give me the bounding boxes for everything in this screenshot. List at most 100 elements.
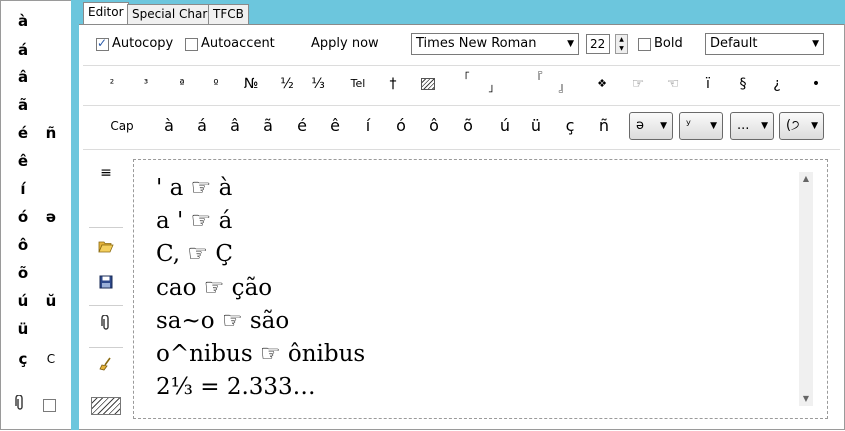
bold-checkbox[interactable] (638, 38, 651, 51)
autoaccent-checkbox[interactable] (185, 38, 198, 51)
symbol-button[interactable]: ⅓ (303, 71, 333, 97)
accent-char-button[interactable]: í (353, 112, 383, 140)
left-char[interactable]: é (11, 123, 35, 143)
symbol-button[interactable]: ☞ (623, 71, 653, 97)
left-char[interactable]: í (11, 179, 35, 199)
symbol-button[interactable]: ¿ (762, 71, 792, 97)
tab-tfcb[interactable]: TFCB (208, 4, 249, 24)
symbol-button[interactable]: ² (97, 71, 127, 97)
left-char[interactable]: â (11, 67, 35, 87)
cap-toggle-button[interactable]: Cap (107, 112, 137, 140)
left-char[interactable]: ê (11, 151, 35, 171)
left-char[interactable]: ú (11, 291, 35, 311)
symbol-button[interactable]: º (201, 71, 231, 97)
editor-tool-column: ≡ (79, 151, 133, 431)
script-dropdown[interactable]: (੭ ▼ (779, 112, 824, 140)
accent-char-button[interactable]: ú (490, 112, 520, 140)
tab-special-chars[interactable]: Special Chars (127, 4, 219, 24)
accent-char-button[interactable]: à (154, 112, 184, 140)
scroll-down-icon[interactable]: ▼ (799, 392, 813, 406)
editor-line: C, ☞ Ç (156, 241, 233, 267)
tab-editor[interactable]: Editor (83, 2, 129, 24)
left-char[interactable]: ü (11, 319, 35, 339)
superscript-dropdown[interactable]: ʸ ▼ (679, 112, 723, 140)
more-dropdown-value: ... (737, 118, 750, 133)
symbol-button[interactable]: • (801, 71, 831, 97)
divider (89, 347, 123, 348)
scroll-up-icon[interactable]: ▲ (799, 172, 813, 186)
more-dropdown[interactable]: ... ▼ (730, 112, 774, 140)
symbol-button[interactable]: ☜ (658, 71, 688, 97)
left-char[interactable]: ó (11, 207, 35, 227)
symbol-button[interactable]: ³ (131, 71, 161, 97)
editor-panel: Autocopy Autoaccent Apply now Times New … (79, 24, 844, 429)
apply-now-button[interactable]: Apply now (311, 36, 379, 52)
accent-char-button[interactable]: ã (253, 112, 283, 140)
left-char[interactable]: ç (11, 349, 35, 369)
left-char[interactable]: ə (39, 207, 63, 227)
symbol-button[interactable]: ½ (272, 71, 302, 97)
style-select[interactable]: Default ▼ (705, 33, 824, 55)
symbol-button[interactable]: 『 (522, 65, 552, 91)
font-size-spinner[interactable]: ▲ ▼ (615, 34, 628, 54)
dropdown-arrow-icon: ▼ (761, 121, 768, 131)
dropdown-arrow-icon: ▼ (812, 39, 819, 49)
font-family-select[interactable]: Times New Roman ▼ (411, 33, 579, 55)
accent-char-button[interactable]: õ (453, 112, 483, 140)
accent-char-button[interactable]: ç (555, 112, 585, 140)
accent-char-button[interactable]: ó (386, 112, 416, 140)
symbol-button[interactable]: † (378, 71, 408, 97)
options-bar: Autocopy Autoaccent Apply now Times New … (79, 25, 844, 65)
left-panel-checkbox[interactable] (43, 399, 56, 412)
symbol-button[interactable]: 』 (549, 75, 579, 101)
hatch-pattern-icon[interactable] (91, 397, 121, 415)
divider (89, 305, 123, 306)
left-char[interactable]: C (39, 349, 63, 369)
divider (83, 105, 840, 106)
autocopy-checkbox[interactable] (96, 36, 109, 51)
save-icon[interactable] (91, 273, 121, 297)
font-size-input[interactable]: 22 (586, 34, 610, 54)
left-char[interactable]: á (11, 40, 35, 60)
accent-char-button[interactable]: á (187, 112, 217, 140)
paperclip-icon[interactable] (91, 314, 121, 339)
symbol-button[interactable]: Tel (343, 71, 373, 97)
symbol-button[interactable]: ï (693, 71, 723, 97)
hatch-icon (421, 78, 435, 90)
open-folder-icon[interactable] (91, 237, 121, 261)
accent-char-button[interactable]: ñ (589, 112, 619, 140)
left-char[interactable]: ã (11, 95, 35, 115)
panel-divider (71, 0, 79, 430)
symbol-button[interactable]: № (236, 71, 266, 97)
symbol-button[interactable]: 」 (479, 75, 509, 101)
menu-icon[interactable]: ≡ (91, 161, 121, 185)
editor-line: ' a ☞ à (156, 175, 233, 201)
accent-char-button[interactable]: â (220, 112, 250, 140)
symbol-button[interactable]: § (728, 71, 758, 97)
left-char[interactable]: ñ (39, 123, 63, 143)
script-dropdown-value: (੭ (786, 118, 800, 133)
left-char[interactable]: ŭ (39, 291, 63, 311)
accent-char-button[interactable]: ê (320, 112, 350, 140)
dropdown-arrow-icon: ▼ (660, 121, 667, 131)
clear-brush-icon[interactable] (91, 355, 121, 379)
schwa-dropdown-value: ə (636, 118, 644, 133)
symbol-button[interactable]: ❖ (587, 71, 617, 97)
left-char[interactable]: õ (11, 263, 35, 283)
symbol-button[interactable]: ª (167, 71, 197, 97)
editor-line: o^nibus ☞ ônibus (156, 341, 366, 367)
paperclip-icon[interactable] (15, 394, 25, 415)
divider (89, 227, 123, 228)
editor-textarea[interactable]: ' a ☞ à a ' ☞ á C, ☞ Ç cao ☞ ção sa~o ☞ … (133, 159, 828, 419)
vertical-scrollbar[interactable]: ▲ ▼ (799, 172, 813, 406)
hatch-pattern-button[interactable] (413, 71, 443, 97)
left-char[interactable]: ô (11, 235, 35, 255)
symbol-button[interactable]: 「 (449, 65, 479, 91)
left-char-panel: à á â ã é ê í ó ô õ ú ü ç ñ ə ŭ C (1, 1, 71, 428)
accent-char-button[interactable]: ô (419, 112, 449, 140)
dropdown-arrow-icon: ▼ (811, 121, 818, 131)
schwa-dropdown[interactable]: ə ▼ (629, 112, 673, 140)
accent-char-button[interactable]: ü (521, 112, 551, 140)
left-char[interactable]: à (11, 11, 35, 31)
accent-char-button[interactable]: é (287, 112, 317, 140)
